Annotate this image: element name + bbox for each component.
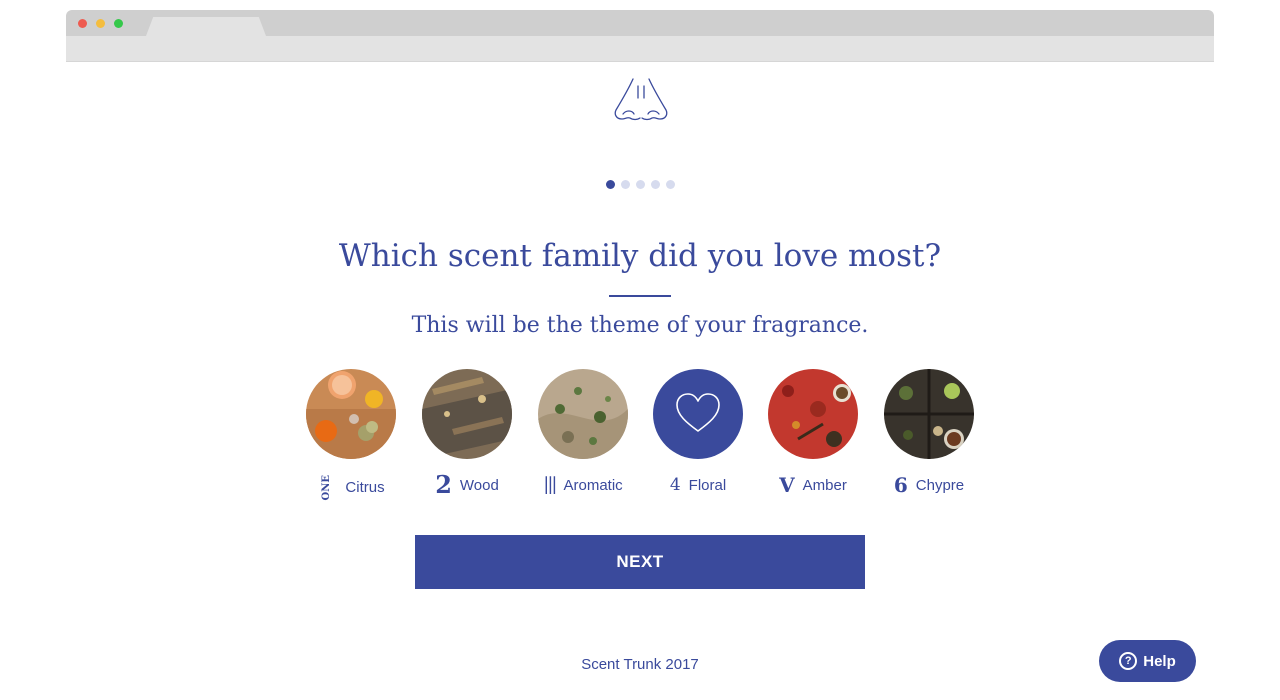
progress-dot-1 <box>606 180 615 189</box>
option-aromatic-label: ||| Aromatic <box>525 475 641 495</box>
close-window-button[interactable] <box>78 19 87 28</box>
aromatic-image <box>538 369 628 459</box>
option-floral-numeral: 4 <box>669 475 681 495</box>
nose-icon <box>611 76 671 126</box>
option-citrus[interactable]: ONE Citrus <box>293 369 409 500</box>
option-chypre-text: Chypre <box>915 476 965 494</box>
help-button[interactable]: ? Help <box>1099 640 1196 682</box>
progress-dot-5 <box>666 180 675 189</box>
next-button[interactable]: NEXT <box>415 535 865 589</box>
question-subtitle: This will be the theme of your fragrance… <box>411 313 869 338</box>
option-floral-label: 4 Floral <box>640 475 756 495</box>
option-floral[interactable]: 4 Floral <box>640 369 756 495</box>
chypre-image <box>884 369 974 459</box>
browser-tab[interactable] <box>146 17 266 36</box>
heart-icon <box>653 369 743 459</box>
help-button-label: Help <box>1143 652 1176 670</box>
progress-dots <box>606 180 675 189</box>
heading-divider <box>609 295 671 297</box>
browser-window-chrome <box>66 10 1214 62</box>
option-wood-numeral: 2 <box>435 470 452 499</box>
option-citrus-text: Citrus <box>345 479 385 497</box>
minimize-window-button[interactable] <box>96 19 105 28</box>
option-amber-numeral: V <box>779 473 795 497</box>
question-mark-icon: ? <box>1119 652 1138 670</box>
option-floral-text: Floral <box>688 476 727 494</box>
question-heading: Which scent family did you love most? <box>338 238 942 274</box>
browser-toolbar <box>66 36 1214 62</box>
option-chypre-label: 6 Chypre <box>871 475 987 495</box>
option-wood[interactable]: 2 Wood <box>409 369 525 499</box>
option-chypre[interactable]: 6 Chypre <box>871 369 987 495</box>
browser-titlebar <box>66 10 1214 36</box>
progress-dot-4 <box>651 180 660 189</box>
option-chypre-numeral: 6 <box>893 473 908 497</box>
option-aromatic-numeral: ||| <box>543 474 557 495</box>
option-amber-text: Amber <box>802 476 847 494</box>
option-amber-label: V Amber <box>755 475 871 495</box>
option-wood-text: Wood <box>459 476 499 494</box>
option-wood-label: 2 Wood <box>409 470 525 499</box>
option-amber[interactable]: V Amber <box>755 369 871 495</box>
citrus-image <box>306 369 396 459</box>
option-citrus-numeral: ONE <box>321 475 333 501</box>
option-citrus-label: ONE Citrus <box>293 475 409 500</box>
wood-image <box>422 369 512 459</box>
amber-image <box>768 369 858 459</box>
footer-copyright: Scent Trunk 2017 <box>581 656 699 673</box>
maximize-window-button[interactable] <box>114 19 123 28</box>
option-aromatic[interactable]: ||| Aromatic <box>525 369 641 495</box>
option-aromatic-text: Aromatic <box>563 476 623 494</box>
progress-dot-3 <box>636 180 645 189</box>
progress-dot-2 <box>621 180 630 189</box>
